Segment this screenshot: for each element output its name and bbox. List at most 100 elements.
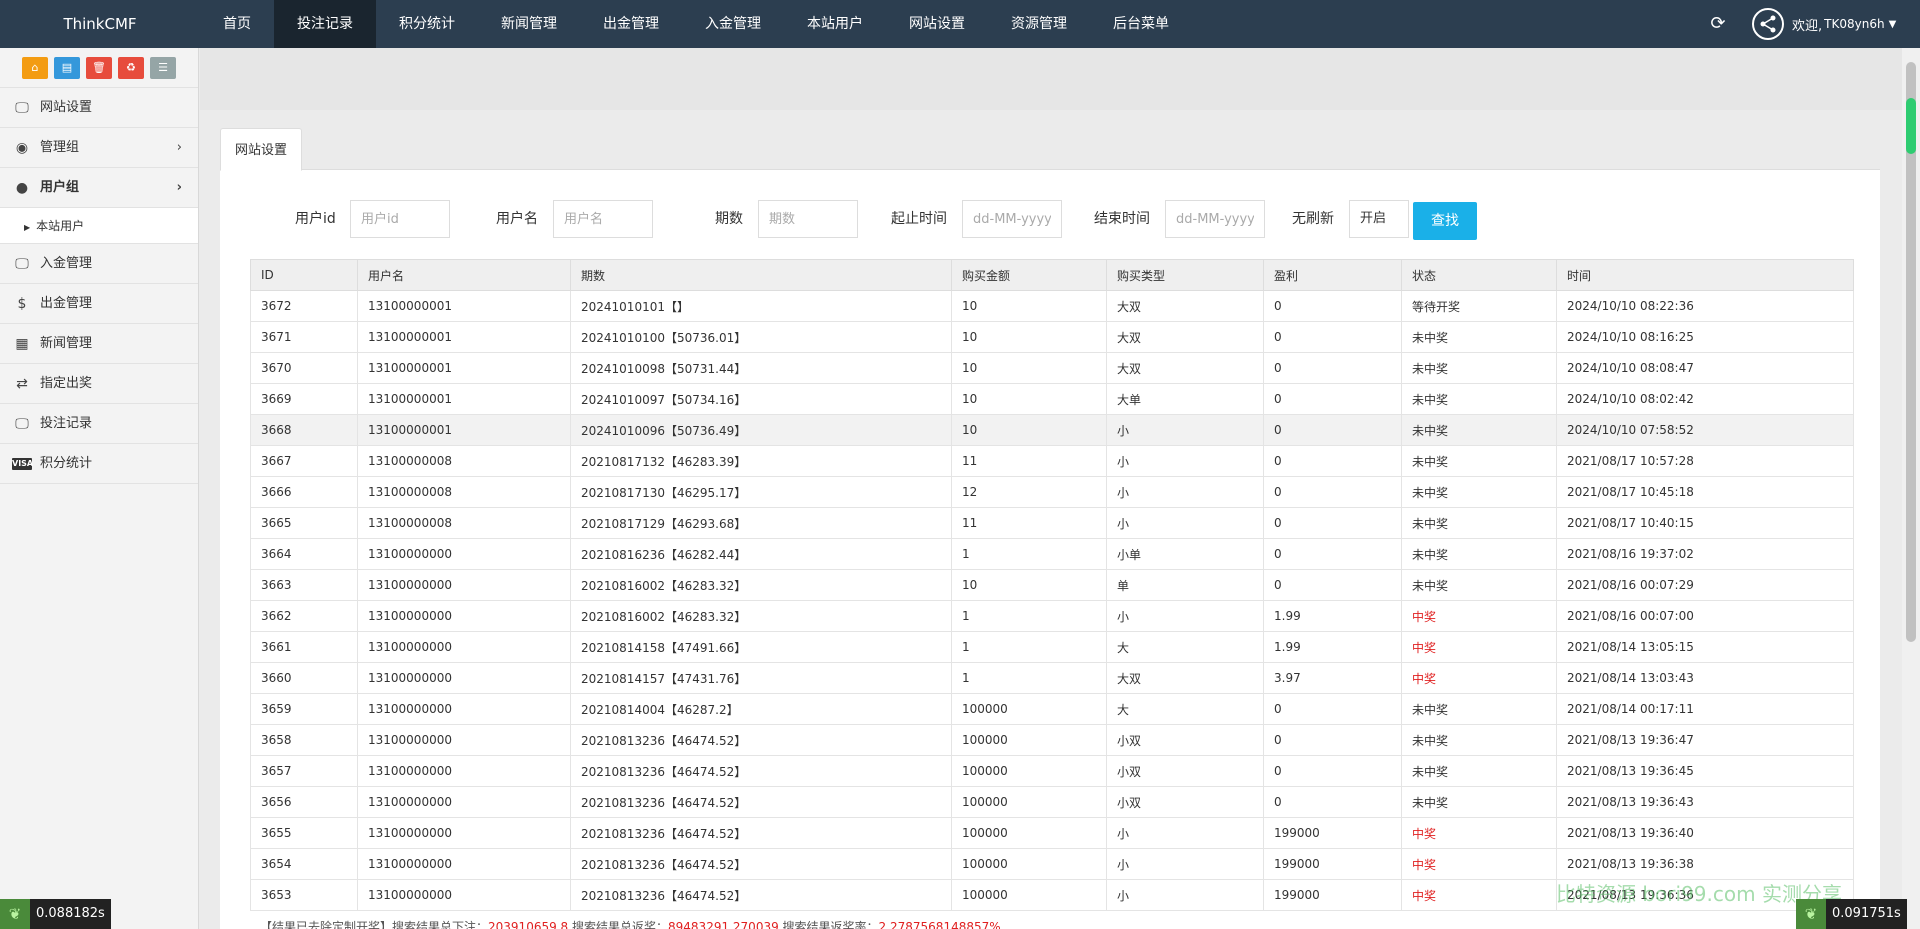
nav-resources[interactable]: 资源管理 <box>988 0 1090 48</box>
welcome-text: 欢迎, <box>1792 18 1823 34</box>
table-cell: 中奖 <box>1401 879 1557 911</box>
table-cell: 1 <box>951 538 1107 570</box>
home-icon[interactable]: ⌂ <box>22 56 48 79</box>
end-time-input[interactable] <box>1165 200 1265 238</box>
sidebar-subitem-site-users[interactable]: ▶ 本站用户 <box>0 208 198 244</box>
table-cell: 3.97 <box>1263 662 1402 694</box>
table-cell: 1.99 <box>1263 631 1402 663</box>
table-cell: 100000 <box>951 755 1107 787</box>
sidebar-item-label: 积分统计 <box>40 456 93 471</box>
table-cell: 大 <box>1106 631 1264 663</box>
file-icon[interactable]: ▤ <box>54 56 80 79</box>
monitor-icon: 🖵 <box>15 100 29 116</box>
table-cell: 2021/08/13 19:36:47 <box>1556 724 1854 756</box>
table-cell: 2021/08/17 10:40:15 <box>1556 507 1854 539</box>
table-cell: 3664 <box>250 538 358 570</box>
table-cell: 3660 <box>250 662 358 694</box>
sidebar-item-points-stats[interactable]: VISA 积分统计 <box>0 444 198 484</box>
table-cell: 0 <box>1263 569 1402 601</box>
nav-bet-records[interactable]: 投注记录 <box>274 0 376 48</box>
sidebar-item-withdraw[interactable]: $ 出金管理 <box>0 284 198 324</box>
nav-admin-menu[interactable]: 后台菜单 <box>1090 0 1192 48</box>
table-cell: 2021/08/17 10:45:18 <box>1556 476 1854 508</box>
table-cell: 11 <box>951 507 1107 539</box>
table-cell: 20210816002【46283.32】 <box>570 569 952 601</box>
table-cell: 1.99 <box>1263 600 1402 632</box>
sidebar-item-bet-records[interactable]: 🖵 投注记录 <box>0 404 198 444</box>
userid-label: 用户id <box>295 211 336 227</box>
table-cell: 0 <box>1263 538 1402 570</box>
table-cell: 大双 <box>1106 352 1264 384</box>
table-cell: 199000 <box>1263 848 1402 880</box>
content-header <box>200 48 1902 110</box>
table-cell: 2021/08/16 19:37:02 <box>1556 538 1854 570</box>
sidebar-item-label: 管理组 <box>40 140 80 155</box>
col-id: ID <box>250 259 358 291</box>
table-cell: 13100000000 <box>357 755 571 787</box>
table-cell: 未中奖 <box>1401 352 1557 384</box>
table-cell: 小单 <box>1106 538 1264 570</box>
username-input[interactable] <box>553 200 653 238</box>
table-cell: 20241010096【50736.49】 <box>570 414 952 446</box>
sidebar-item-user-group[interactable]: ● 用户组 › <box>0 168 198 208</box>
monitor-icon: 🖵 <box>15 416 29 432</box>
trash-icon[interactable]: 🗑 <box>86 56 112 79</box>
start-time-input[interactable] <box>962 200 1062 238</box>
table-cell: 20210814004【46287.2】 <box>570 693 952 725</box>
dollar-icon: $ <box>17 296 27 312</box>
main-content: 网站设置 用户id 用户名 期数 起止时间 结束时间 无刷新 开启 查找 ID … <box>200 48 1902 929</box>
page-scrollbar[interactable] <box>1902 48 1920 929</box>
sidebar-item-admin-group[interactable]: ◉ 管理组 › <box>0 128 198 168</box>
bet-records-table: ID 用户名 期数 购买金额 购买类型 盈利 状态 时间 3672 1310000… <box>250 259 1854 911</box>
scrollbar-indicator <box>1906 98 1916 154</box>
content-panel: 网站设置 用户id 用户名 期数 起止时间 结束时间 无刷新 开启 查找 ID … <box>220 128 1880 929</box>
table-cell: 3654 <box>250 848 358 880</box>
list-icon[interactable]: ☰ <box>150 56 176 79</box>
table-cell: 13100000008 <box>357 507 571 539</box>
nav-site-settings[interactable]: 网站设置 <box>886 0 988 48</box>
table-cell: 2024/10/10 08:22:36 <box>1556 290 1854 322</box>
table-cell: 13100000001 <box>357 321 571 353</box>
sidebar-item-site-settings[interactable]: 🖵 网站设置 <box>0 88 198 128</box>
table-cell: 3671 <box>250 321 358 353</box>
table-cell: 未中奖 <box>1401 538 1557 570</box>
chevron-right-icon: › <box>176 140 182 155</box>
nav-site-users[interactable]: 本站用户 <box>784 0 886 48</box>
table-cell: 199000 <box>1263 817 1402 849</box>
triangle-right-icon: ▶ <box>24 223 31 232</box>
userid-input[interactable] <box>350 200 450 238</box>
sidebar-item-label: 用户组 <box>40 180 80 195</box>
table-cell: 2021/08/14 13:05:15 <box>1556 631 1854 663</box>
nav-withdraw[interactable]: 出金管理 <box>580 0 682 48</box>
nav-news[interactable]: 新闻管理 <box>478 0 580 48</box>
brand-logo[interactable]: ThinkCMF <box>0 0 200 48</box>
user-menu[interactable]: 欢迎, TK08yn6h ▼ <box>1752 8 1896 40</box>
sidebar-item-assign-prize[interactable]: ⇄ 指定出奖 <box>0 364 198 404</box>
table-cell: 11 <box>951 445 1107 477</box>
col-username: 用户名 <box>357 259 571 291</box>
table-cell: 小 <box>1106 476 1264 508</box>
nav-deposit[interactable]: 入金管理 <box>682 0 784 48</box>
nav-home[interactable]: 首页 <box>200 0 274 48</box>
refresh-icon[interactable]: ⟳ <box>1706 12 1730 36</box>
summary-mid2: 搜索结果返奖率： <box>778 920 879 929</box>
table-cell: 0 <box>1263 290 1402 322</box>
period-input[interactable] <box>758 200 858 238</box>
tab-site-settings[interactable]: 网站设置 <box>220 128 303 171</box>
period-label: 期数 <box>715 211 743 227</box>
col-amount: 购买金额 <box>951 259 1107 291</box>
sidebar-item-news[interactable]: ▦ 新闻管理 <box>0 324 198 364</box>
table-cell: 中奖 <box>1401 662 1557 694</box>
table-cell: 大单 <box>1106 383 1264 415</box>
user-circle-icon: ◉ <box>15 140 29 156</box>
recycle-icon[interactable]: ♻ <box>118 56 144 79</box>
search-button[interactable]: 查找 <box>1413 202 1477 240</box>
table-cell: 3667 <box>250 445 358 477</box>
exchange-icon: ⇄ <box>16 376 28 392</box>
nav-points-stats[interactable]: 积分统计 <box>376 0 478 48</box>
table-row: 3659 13100000000 20210814004【46287.2】 10000… <box>250 693 1854 725</box>
col-profit: 盈利 <box>1263 259 1402 291</box>
no-refresh-select[interactable]: 开启 <box>1349 200 1409 238</box>
table-cell: 小双 <box>1106 724 1264 756</box>
sidebar-item-deposit[interactable]: 🖵 入金管理 <box>0 244 198 284</box>
